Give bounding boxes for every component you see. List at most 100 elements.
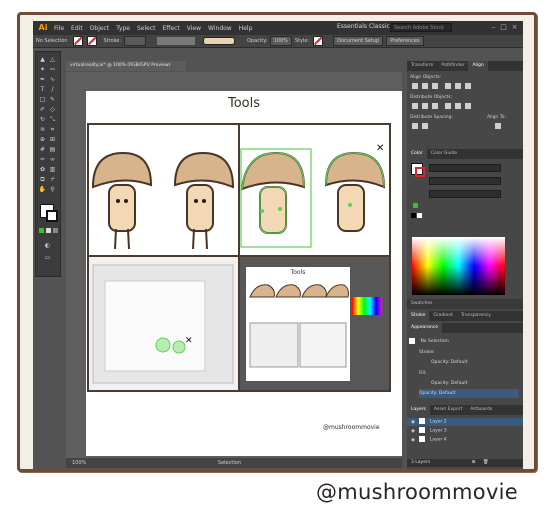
distribute-top-icon[interactable] <box>412 103 418 109</box>
zoom-level[interactable]: 100% <box>72 460 86 466</box>
artboard[interactable]: Tools ✕ ✕ Tools @mushroommovie <box>86 91 402 456</box>
paintbrush-icon[interactable]: ✎ <box>48 96 57 104</box>
white-swatch[interactable] <box>417 213 422 218</box>
eyedropper-icon[interactable]: ✑ <box>38 156 47 164</box>
tab-appearance[interactable]: Appearance <box>407 323 443 333</box>
green-slider[interactable] <box>429 177 501 185</box>
distribute-bottom-icon[interactable] <box>432 103 438 109</box>
symbol-sprayer-icon[interactable]: ✿ <box>38 166 47 174</box>
align-middle-icon[interactable] <box>455 83 461 89</box>
align-center-icon[interactable] <box>422 83 428 89</box>
direct-selection-tool-icon[interactable]: △ <box>48 56 57 64</box>
eraser-icon[interactable]: ◇ <box>48 106 57 114</box>
mesh-tool-icon[interactable]: # <box>38 146 47 154</box>
appearance-fill-opacity[interactable]: Opacity: Default <box>431 379 523 388</box>
tab-color-guide[interactable]: Color Guide <box>427 149 461 159</box>
align-bottom-icon[interactable] <box>465 83 471 89</box>
appearance-stroke-row[interactable]: Stroke: <box>419 348 519 357</box>
stroke-color-icon[interactable] <box>46 210 58 222</box>
menu-file[interactable]: File <box>54 25 64 32</box>
tab-pathfinder[interactable]: Pathfinder <box>437 61 468 71</box>
spacing-horizontal-icon[interactable] <box>422 123 428 129</box>
distribute-left-icon[interactable] <box>445 103 451 109</box>
align-to-selection-icon[interactable] <box>495 123 501 129</box>
gradient-mode-icon[interactable] <box>46 228 51 233</box>
appearance-stroke-opacity[interactable]: Opacity: Default <box>431 358 523 367</box>
color-stroke-swatch[interactable] <box>415 167 425 177</box>
color-spectrum[interactable] <box>412 237 505 295</box>
graph-tool-icon[interactable]: ▥ <box>48 166 57 174</box>
stroke-weight-field[interactable] <box>124 36 147 46</box>
curvature-tool-icon[interactable]: ∿ <box>48 76 57 84</box>
artboard-tool-icon[interactable]: ⧉ <box>38 176 47 184</box>
last-color-icon[interactable] <box>413 203 418 208</box>
free-transform-icon[interactable]: ⌗ <box>48 126 57 134</box>
graphic-style-swatch[interactable] <box>313 36 324 46</box>
layer-row[interactable]: ◉ Layer 4 <box>407 436 523 444</box>
variable-width-profile[interactable] <box>157 37 196 45</box>
width-tool-icon[interactable]: ≋ <box>38 126 47 134</box>
menu-select[interactable]: Select <box>137 25 156 32</box>
document-setup-button[interactable]: Document Setup <box>333 36 384 46</box>
spacing-vertical-icon[interactable] <box>412 123 418 129</box>
tab-transparency[interactable]: Transparency <box>457 311 495 321</box>
tab-swatches[interactable]: Swatches <box>407 299 437 309</box>
delete-layer-icon[interactable]: 🗑 <box>483 460 489 465</box>
draw-mode-icon[interactable]: ◐ <box>43 242 52 250</box>
menu-object[interactable]: Object <box>90 25 110 32</box>
menu-view[interactable]: View <box>187 25 201 32</box>
tab-asset-export[interactable]: Asset Export <box>430 405 466 415</box>
shape-builder-icon[interactable]: ⊕ <box>38 136 47 144</box>
tab-stroke[interactable]: Stroke <box>407 311 430 321</box>
tab-color[interactable]: Color <box>407 149 427 159</box>
canvas-area[interactable]: Tools ✕ ✕ Tools @mushroommovie 100% Sele… <box>66 72 402 468</box>
tab-artboards[interactable]: Artboards <box>466 405 496 415</box>
menu-type[interactable]: Type <box>116 25 130 32</box>
tab-align[interactable]: Align <box>468 61 488 71</box>
type-tool-icon[interactable]: T <box>38 86 47 94</box>
perspective-grid-icon[interactable]: ⊞ <box>48 136 57 144</box>
blue-slider[interactable] <box>429 190 501 198</box>
magic-wand-icon[interactable]: ✦ <box>38 66 47 74</box>
maximize-icon[interactable]: □ <box>499 23 508 32</box>
zoom-tool-icon[interactable]: ⚲ <box>48 186 57 194</box>
shaper-tool-icon[interactable]: ✐ <box>38 106 47 114</box>
gradient-tool-icon[interactable]: ▤ <box>48 146 57 154</box>
selection-tool-icon[interactable]: ▲ <box>38 56 47 64</box>
distribute-hcenter-icon[interactable] <box>455 103 461 109</box>
brush-definition[interactable] <box>203 37 236 45</box>
distribute-vcenter-icon[interactable] <box>422 103 428 109</box>
color-mode-icon[interactable] <box>39 228 44 233</box>
blend-tool-icon[interactable]: ∞ <box>48 156 57 164</box>
layer-row[interactable]: ◉ Layer 2 <box>407 418 523 426</box>
stock-search-input[interactable]: Search Adobe Stock <box>390 23 452 32</box>
align-top-icon[interactable] <box>445 83 451 89</box>
align-right-icon[interactable] <box>432 83 438 89</box>
menu-help[interactable]: Help <box>239 25 253 32</box>
opacity-field[interactable]: 100% <box>269 36 292 46</box>
lasso-icon[interactable]: ∾ <box>48 66 57 74</box>
menu-effect[interactable]: Effect <box>163 25 180 32</box>
new-layer-icon[interactable]: ⊞ <box>472 460 476 465</box>
stroke-swatch[interactable] <box>87 36 98 46</box>
pen-tool-icon[interactable]: ✒ <box>38 76 47 84</box>
red-slider[interactable] <box>429 164 501 172</box>
slice-tool-icon[interactable]: ⌿ <box>48 176 57 184</box>
close-icon[interactable]: × <box>510 23 519 32</box>
screen-mode-icon[interactable]: ▭ <box>43 254 52 262</box>
document-tab[interactable]: virtualreality.ai* @ 100% (RGB/GPU Previ… <box>66 61 186 71</box>
appearance-opacity[interactable]: Opacity: Default <box>419 389 519 398</box>
distribute-right-icon[interactable] <box>465 103 471 109</box>
fill-swatch[interactable] <box>73 36 84 46</box>
appearance-fill-row[interactable]: Fill: <box>419 369 519 378</box>
tab-transform[interactable]: Transform <box>407 61 437 71</box>
menu-window[interactable]: Window <box>208 25 232 32</box>
tab-layers[interactable]: Layers <box>407 405 430 415</box>
line-tool-icon[interactable]: / <box>48 86 57 94</box>
none-mode-icon[interactable] <box>53 228 58 233</box>
minimize-icon[interactable]: – <box>489 23 498 32</box>
black-swatch[interactable] <box>411 213 416 218</box>
tab-gradient[interactable]: Gradient <box>429 311 457 321</box>
hand-tool-icon[interactable]: ✋ <box>38 186 47 194</box>
layer-row[interactable]: ◉ Layer 3 <box>407 427 523 435</box>
